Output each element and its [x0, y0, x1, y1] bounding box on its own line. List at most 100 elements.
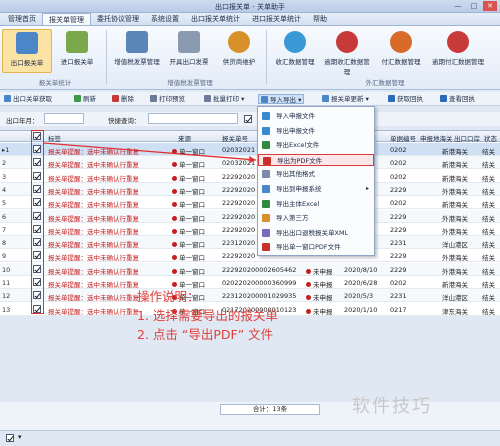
overdue-receipt-button[interactable]: 逾期收汇数据管理 — [322, 29, 372, 76]
batch-print-icon — [204, 95, 211, 102]
maximize-button[interactable]: □ — [467, 1, 481, 11]
tab-agreement[interactable]: 委托协议管理 — [91, 13, 145, 25]
import-declaration-button[interactable]: 进口报关单 — [52, 29, 102, 73]
menu-item-label: 导入申报文件 — [276, 112, 315, 120]
quick-search-input[interactable] — [148, 113, 238, 124]
supplier-button[interactable]: 供货商维护 — [214, 29, 264, 73]
overdue-payment-button[interactable]: 逾期付汇数据管理 — [428, 29, 488, 73]
fetch-receipt-button[interactable]: 获取回执 — [388, 94, 423, 104]
table-row[interactable]: 8 报关单提醒：选中未确认行重复 单一窗口 22312020 2231 洋山港区 结关 — [0, 236, 500, 250]
row-status: 结关 — [482, 174, 495, 183]
row-source: 单一窗口 — [172, 226, 205, 236]
group-divider — [266, 30, 267, 84]
table-row[interactable]: 10 报关单提醒：选中未确认行重复 单一窗口 222920200002605462 未申… — [0, 262, 500, 276]
row-source: 单一窗口 — [172, 213, 205, 223]
update-declaration-button[interactable]: 报关单更新 ▾ — [322, 94, 369, 104]
menu-item[interactable]: 导出为PDF文件 — [258, 153, 374, 166]
row-date: 2020/8/10 — [344, 265, 378, 274]
tab-settings[interactable]: 系统设置 — [145, 13, 185, 25]
column-header[interactable]: 单据编号 — [390, 133, 416, 143]
status-bar: ▾ — [0, 430, 500, 446]
update-icon — [322, 95, 329, 102]
column-header[interactable]: 申报地海关 — [420, 133, 453, 143]
row-declare-status: 未申报 — [306, 266, 333, 276]
menu-item[interactable]: 导入申报文件 — [258, 110, 374, 122]
tab-help[interactable]: 帮助 — [307, 13, 333, 25]
row-doc-code: 2229 — [390, 252, 407, 261]
menu-item[interactable]: 导出出口退税报关单XML — [258, 227, 374, 239]
view-receipt-button[interactable]: 查看回执 — [440, 94, 475, 104]
batch-print-button[interactable]: 批量打印 ▾ — [204, 94, 244, 104]
menu-item-label: 导出到申报系统 — [276, 185, 322, 193]
row-port: 外港海关 — [442, 227, 468, 236]
table-row[interactable]: 4 报关单提醒：选中未确认行重复 单一窗口 22292020 2229 外港海关 结关 — [0, 182, 500, 196]
tab-export-stats[interactable]: 出口报关单统计 — [185, 13, 246, 25]
row-port: 外港海关 — [442, 214, 468, 223]
menu-item[interactable]: 导出单一窗口PDF文件 — [258, 241, 374, 253]
month-input[interactable] — [44, 113, 84, 124]
fetch-export-button[interactable]: 出口关单获取 — [4, 94, 52, 104]
button-label: 获取回执 — [397, 95, 423, 103]
column-header[interactable]: 来源 — [178, 133, 191, 143]
print-preview-button[interactable]: 打印预览 — [150, 94, 185, 104]
tab-import-stats[interactable]: 进口报关单统计 — [246, 13, 307, 25]
row-source: 单一窗口 — [172, 252, 205, 262]
status-dot — [172, 149, 177, 154]
menu-tabs: 管理首页 报关单管理 委托协议管理 系统设置 出口报关单统计 进口报关单统计 帮… — [0, 13, 500, 26]
status-checkbox[interactable] — [6, 434, 14, 442]
column-header[interactable]: 报关单号 — [222, 133, 248, 143]
table-row[interactable]: ▸1 报关单提醒：选中未确认行重复 单一窗口 02032021 0202 新港海关 结关 — [0, 143, 500, 156]
column-header[interactable]: 状态 — [484, 133, 497, 143]
minimize-button[interactable]: — — [451, 1, 465, 11]
button-label: 收汇数据管理 — [275, 58, 315, 66]
row-declaration-number: 22292020 — [222, 212, 256, 221]
menu-item[interactable]: 导出到申报系统 ▸ — [258, 183, 374, 195]
issue-invoice-button[interactable]: 开具出口发票 — [164, 29, 214, 73]
instruction-note: 操作说明： 1. 选择需要导出的报关单 2. 点击 “导出PDF” 文件 — [137, 287, 357, 344]
delete-icon — [112, 95, 119, 102]
menu-item[interactable]: 导出Excel文件 — [258, 139, 374, 151]
row-tag: 报关单提醒：选中未确认行重复 — [48, 241, 139, 250]
export-declaration-button[interactable]: 出口报关单 — [2, 29, 52, 73]
row-declaration-number: 22292020 — [222, 172, 256, 181]
menu-item[interactable]: 导出其他格式 — [258, 168, 374, 180]
row-number: 10 — [2, 265, 11, 274]
table-row[interactable]: 3 报关单提醒：选中未确认行重复 单一窗口 22292020 0202 新港海关 结关 — [0, 170, 500, 183]
window-title: 出口报关单 - 关单助手 — [215, 3, 285, 11]
table-row[interactable]: 5 报关单提醒：选中未确认行重复 单一窗口 22292020 0202 新港海关 结关 — [0, 196, 500, 210]
vat-invoice-button[interactable]: 增值税发票管理 — [112, 29, 162, 73]
row-port: 外港海关 — [442, 254, 468, 263]
chevron-down-icon[interactable]: ▾ — [18, 433, 22, 441]
row-tag: 报关单提醒：选中未确认行重复 — [48, 187, 139, 196]
receipt-data-icon — [284, 31, 306, 53]
delete-button[interactable]: 删除 — [112, 94, 134, 104]
group-label: 报关单统计 — [38, 79, 72, 87]
row-tag: 报关单提醒：选中未确认行重复 — [48, 201, 139, 210]
receipt-data-button[interactable]: 收汇数据管理 — [270, 29, 320, 73]
table-header: 标签 来源 报关单号 单据编号 申报地海关 出口口岸 状态 — [0, 131, 500, 143]
menu-item[interactable]: 导出主体Excel — [258, 198, 374, 210]
import-declaration-icon — [66, 31, 88, 53]
tab-home[interactable]: 管理首页 — [2, 13, 42, 25]
table-row[interactable]: 6 报关单提醒：选中未确认行重复 单一窗口 22292020 2229 外港海关 结关 — [0, 209, 500, 223]
button-label: 增值税发票管理 — [114, 58, 160, 66]
payment-data-button[interactable]: 付汇数据管理 — [376, 29, 426, 73]
table-row[interactable]: 9 报关单提醒：选中未确认行重复 单一窗口 22292020 2229 外港海关 结关 — [0, 249, 500, 263]
button-label: 供货商维护 — [222, 58, 256, 66]
refresh-button[interactable]: 刷新 — [74, 94, 96, 104]
table-row[interactable]: 2 报关单提醒：选中未确认行重复 单一窗口 02032021 0202 新港海关 结关 — [0, 156, 500, 170]
menu-item[interactable]: 导入第三方 — [258, 212, 374, 224]
row-doc-code: 2231 — [390, 292, 407, 301]
menu-item[interactable]: 导出申报文件 — [258, 125, 374, 137]
column-header[interactable]: 出口口岸 — [454, 133, 480, 143]
tab-declaration-management[interactable]: 报关单管理 — [42, 13, 91, 25]
column-header[interactable]: 标签 — [48, 133, 61, 143]
table-row[interactable]: 7 报关单提醒：选中未确认行重复 单一窗口 22292020 2229 外港海关 结关 — [0, 223, 500, 236]
filter-checkbox[interactable] — [244, 115, 252, 123]
row-doc-code: 0202 — [390, 159, 407, 168]
row-doc-code: 0202 — [390, 172, 407, 181]
import-export-button[interactable]: 导入导出 ▾ — [258, 94, 305, 104]
row-tag: 报关单提醒：选中未确认行重复 — [48, 227, 139, 236]
close-button[interactable]: ✕ — [483, 1, 497, 11]
status-dot — [172, 215, 177, 221]
